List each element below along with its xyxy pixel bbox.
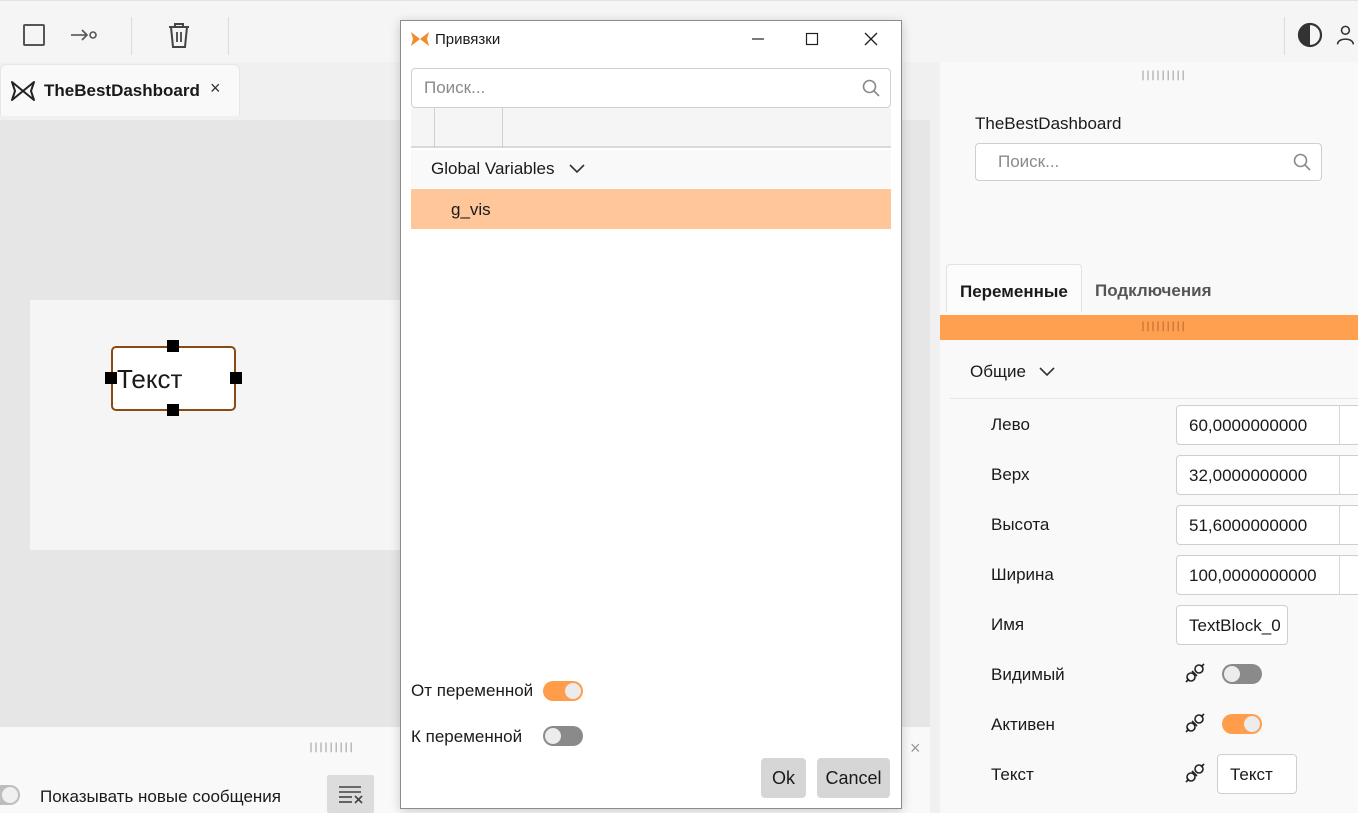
prop-name-field[interactable]: TextBlock_0	[1176, 605, 1288, 645]
prop-left-value: 60,0000000000	[1189, 416, 1308, 435]
tree-group-global-variables[interactable]: Global Variables	[411, 150, 891, 188]
prop-height-value: 51,6000000000	[1189, 516, 1308, 535]
chevron-down-icon	[569, 164, 585, 174]
prop-height-field[interactable]: 51,6000000000	[1176, 505, 1358, 545]
resize-handle-left[interactable]	[105, 372, 117, 384]
prop-top-label: Верх	[991, 465, 1030, 484]
prop-visible-toggle[interactable]	[1222, 664, 1262, 684]
prop-left-spinner[interactable]	[1339, 406, 1358, 444]
clear-log-button[interactable]	[327, 775, 374, 813]
panel-splitter[interactable]: |||||||||	[940, 315, 1358, 340]
resize-handle-bottom[interactable]	[167, 404, 179, 416]
resize-handle-top[interactable]	[167, 340, 179, 352]
text-block-content: Текст	[117, 364, 183, 394]
from-variable-toggle[interactable]	[543, 681, 583, 701]
prop-text-value: Текст	[1230, 765, 1273, 784]
project-title: TheBestDashboard	[975, 114, 1122, 133]
tree-item-label: g_vis	[451, 200, 491, 219]
tree-item-selected[interactable]: g_vis	[411, 189, 891, 229]
project-search-box[interactable]	[975, 143, 1322, 181]
dialog-grid-header	[411, 108, 891, 148]
binding-link-icon[interactable]	[1184, 712, 1206, 739]
prop-height-label: Высота	[991, 515, 1050, 534]
tab-variables-label: Переменные	[960, 282, 1068, 301]
toolbar-divider	[131, 17, 132, 55]
tab-variables[interactable]: Переменные	[946, 264, 1082, 312]
search-icon	[862, 79, 880, 102]
connect-arrow-icon[interactable]	[62, 13, 106, 57]
prop-top-field[interactable]: 32,0000000000	[1176, 455, 1358, 495]
grid-column-divider[interactable]	[502, 108, 503, 148]
show-messages-label: Показывать новые сообщения	[40, 787, 281, 806]
binding-link-icon[interactable]	[1184, 762, 1206, 789]
message-panel-close-button[interactable]: ×	[910, 738, 921, 759]
toolbar-divider	[1284, 17, 1285, 55]
theme-contrast-icon[interactable]	[1288, 13, 1332, 57]
close-icon[interactable]	[858, 26, 884, 52]
select-rectangle-icon[interactable]	[12, 13, 56, 57]
tab-connections[interactable]: Подключения	[1095, 281, 1212, 301]
prop-text-label: Текст	[991, 765, 1034, 784]
resize-handle-right[interactable]	[230, 372, 242, 384]
toolbar-divider	[228, 17, 229, 55]
prop-visible-label: Видимый	[991, 665, 1065, 684]
to-variable-toggle[interactable]	[543, 726, 583, 746]
grid-column-divider[interactable]	[434, 108, 435, 148]
user-settings-icon[interactable]	[1336, 13, 1358, 57]
minimize-icon[interactable]	[745, 26, 771, 52]
prop-height-spinner[interactable]	[1339, 506, 1358, 544]
prop-left-label: Лево	[991, 415, 1030, 434]
prop-top-spinner[interactable]	[1339, 456, 1358, 494]
dashboard-page[interactable]	[30, 300, 430, 550]
prop-text-field[interactable]: Текст	[1217, 754, 1297, 794]
to-variable-label: К переменной	[411, 727, 523, 746]
group-divider	[950, 398, 1358, 399]
message-panel-grip[interactable]: |||||||||	[308, 742, 354, 753]
prop-width-label: Ширина	[991, 565, 1054, 584]
document-tab-title: TheBestDashboard	[44, 81, 200, 100]
dialog-search-input[interactable]	[412, 69, 890, 107]
delete-trash-icon[interactable]	[157, 13, 201, 57]
document-tab[interactable]: TheBestDashboard ×	[0, 64, 240, 116]
binding-link-icon[interactable]	[1184, 662, 1206, 689]
prop-left-field[interactable]: 60,0000000000	[1176, 405, 1358, 445]
group-header-general[interactable]: Общие	[970, 362, 1055, 382]
prop-name-label: Имя	[991, 615, 1025, 634]
maximize-icon[interactable]	[799, 26, 825, 52]
prop-name-value: TextBlock_0	[1189, 616, 1281, 635]
prop-width-value: 100,0000000000	[1189, 566, 1317, 585]
ok-button[interactable]: Ok	[761, 758, 806, 798]
dialog-search-box[interactable]	[411, 68, 891, 108]
selected-text-block[interactable]: Текст	[111, 346, 236, 411]
from-variable-label: От переменной	[411, 681, 534, 700]
right-panel-grip[interactable]: |||||||||	[1140, 70, 1186, 81]
show-messages-toggle[interactable]	[0, 785, 20, 805]
tree-group-label: Global Variables	[431, 159, 555, 178]
prop-width-field[interactable]: 100,0000000000	[1176, 555, 1358, 595]
butterfly-logo-icon	[410, 31, 430, 52]
prop-width-spinner[interactable]	[1339, 556, 1358, 594]
clear-list-icon	[338, 786, 363, 804]
cancel-button[interactable]: Cancel	[817, 758, 890, 798]
dialog-title: Привязки	[435, 31, 501, 48]
project-search-input[interactable]	[976, 144, 1321, 180]
chevron-down-icon	[1039, 367, 1055, 377]
panel-splitter-grip: |||||||||	[1140, 321, 1186, 332]
prop-active-toggle[interactable]	[1222, 714, 1262, 734]
group-header-label: Общие	[970, 362, 1026, 381]
prop-active-label: Активен	[991, 715, 1055, 734]
search-icon	[1293, 153, 1311, 176]
prop-top-value: 32,0000000000	[1189, 466, 1308, 485]
butterfly-logo-icon	[10, 80, 36, 107]
document-tab-close-button[interactable]: ×	[210, 78, 221, 99]
